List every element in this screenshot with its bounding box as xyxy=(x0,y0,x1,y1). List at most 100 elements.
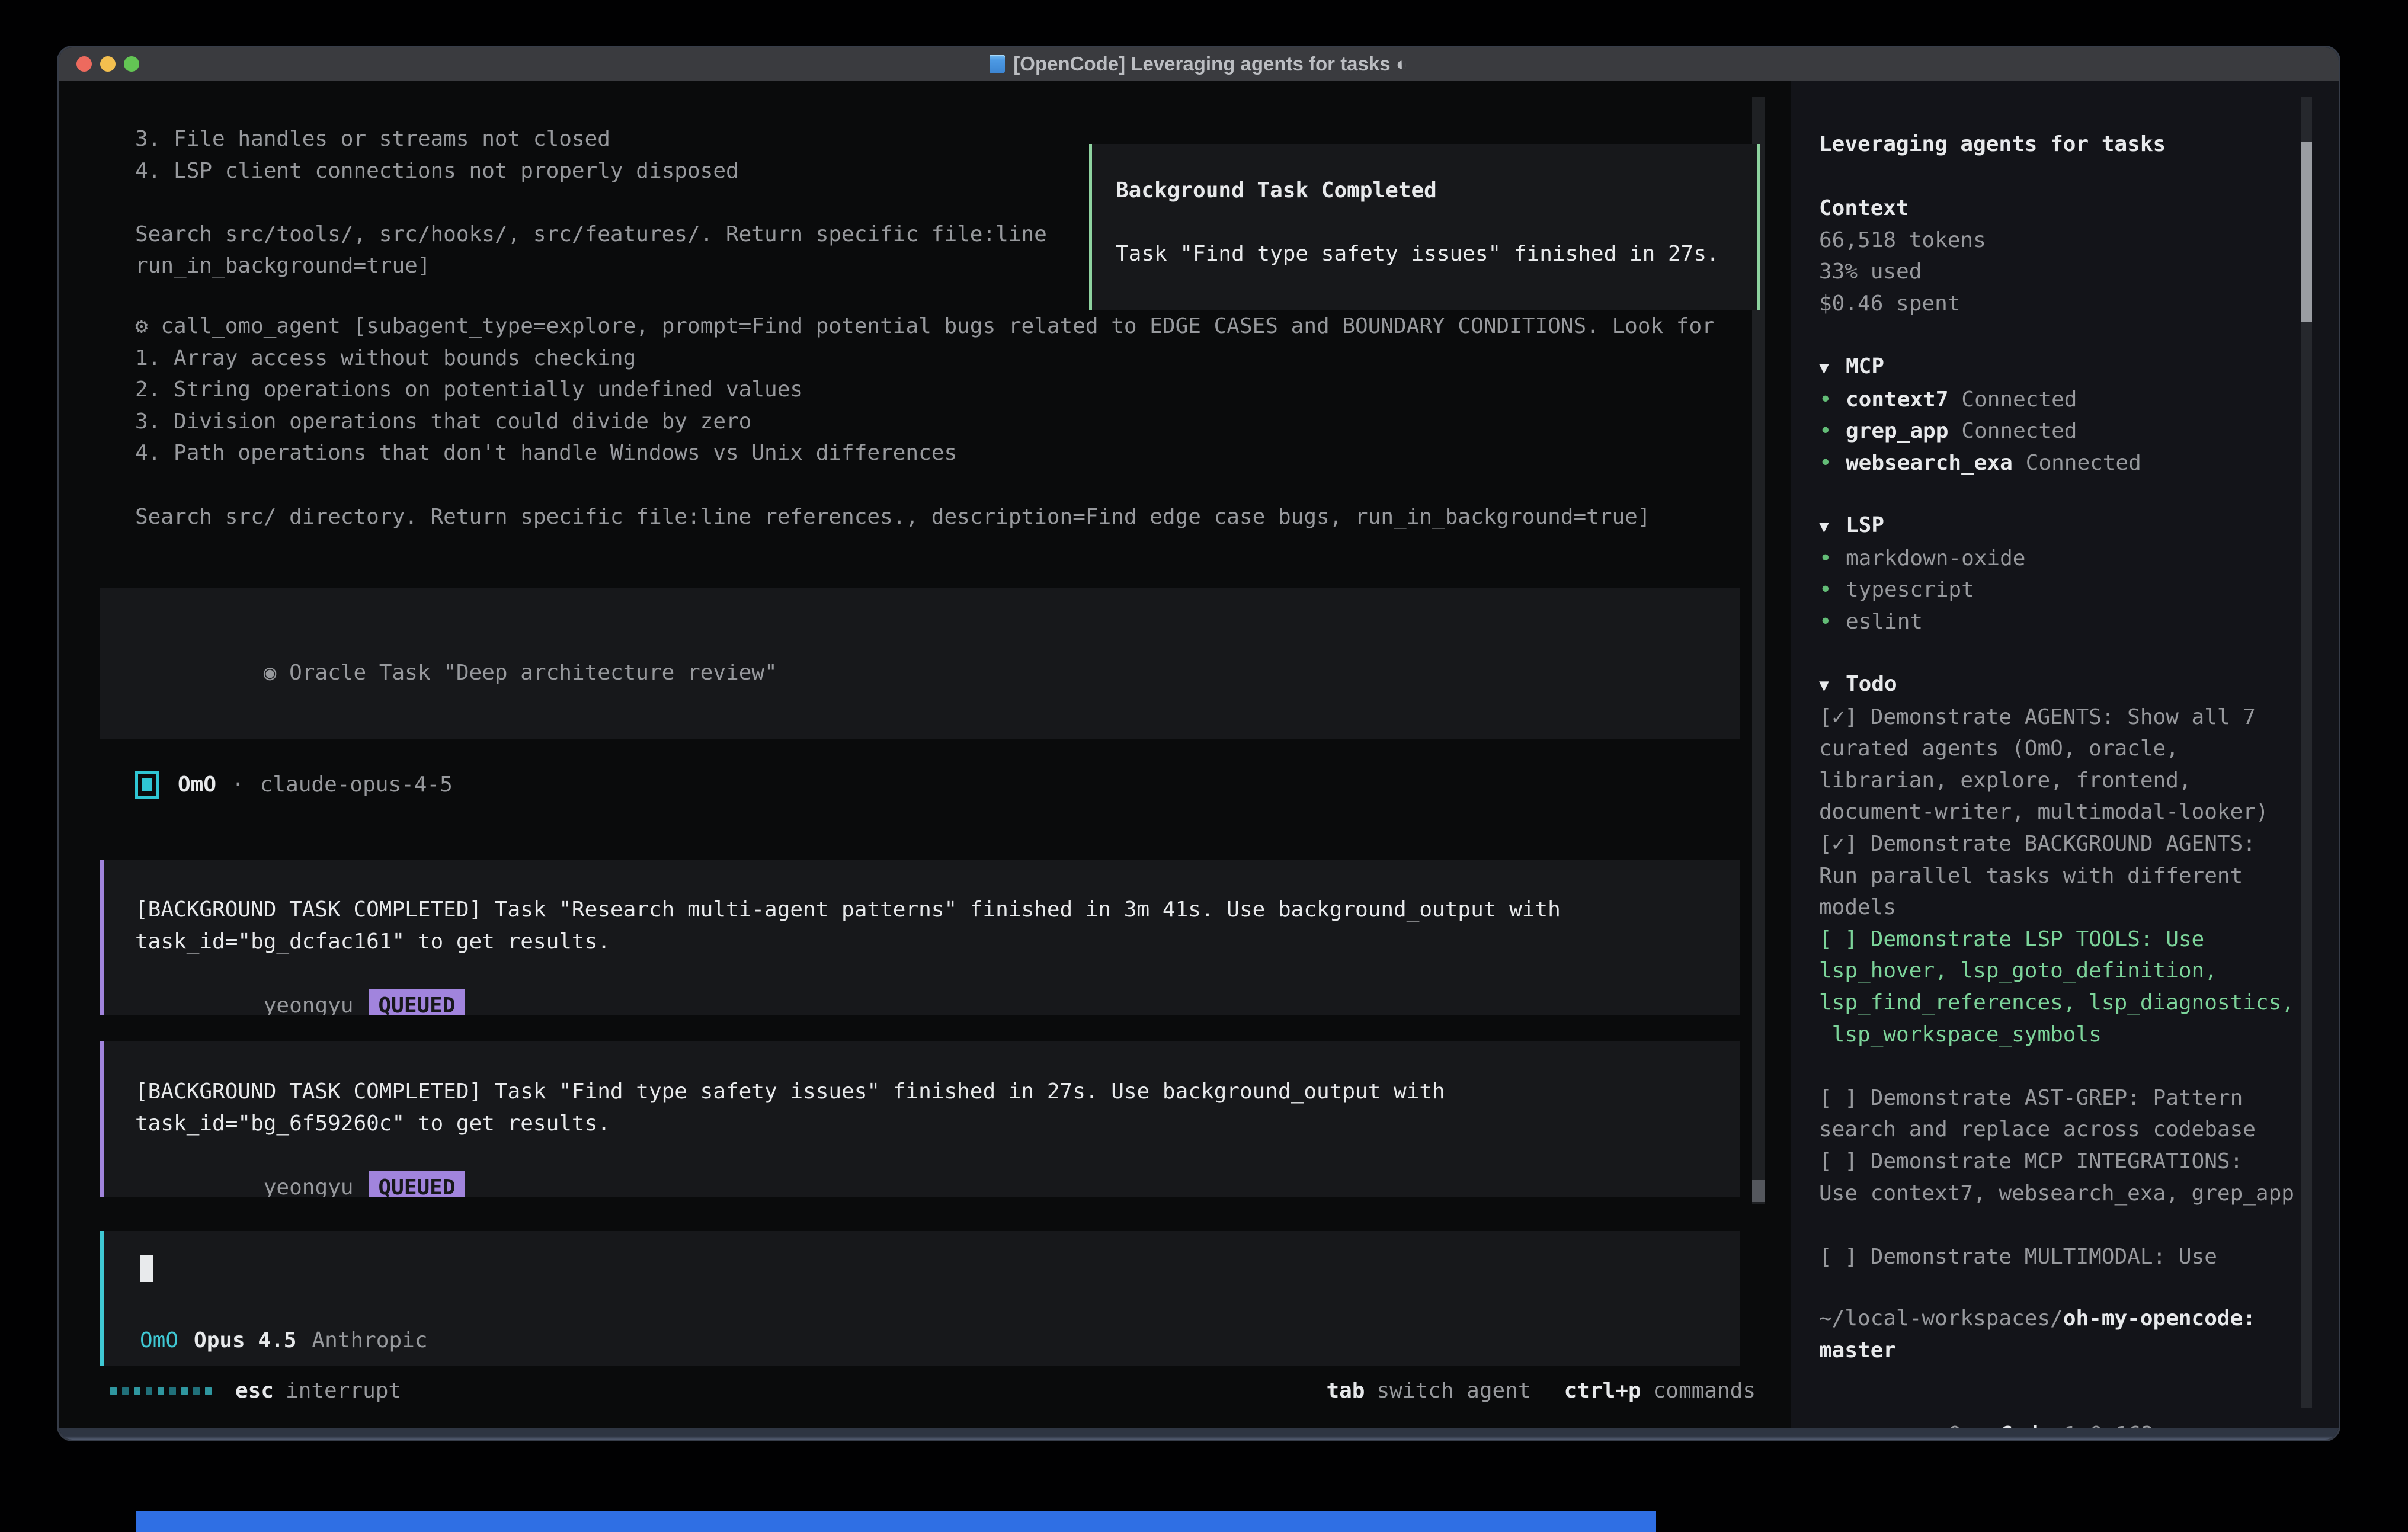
tool-call-line: 2. String operations on potentially unde… xyxy=(135,374,1715,406)
status-dot-icon: • xyxy=(1819,543,1846,575)
agent-header: OmO · claude-opus-4-5 xyxy=(135,769,453,801)
oracle-task-title: Oracle Task "Deep architecture review" xyxy=(276,661,777,685)
status-dot-icon: • xyxy=(1819,606,1846,638)
context-spent: $0.46 spent xyxy=(1819,288,1986,320)
tool-call-line: 1. Array access without bounds checking xyxy=(135,342,1715,374)
prompt-input[interactable]: OmO Opus 4.5 Anthropic xyxy=(100,1231,1740,1366)
context-heading: Context xyxy=(1819,193,1986,225)
lsp-item: •typescript xyxy=(1819,574,2025,606)
todo-line-pending: Use context7, websearch_exa, grep_app xyxy=(1819,1178,2294,1210)
text-cursor xyxy=(140,1255,153,1282)
toast-body: Task "Find type safety issues" finished … xyxy=(1116,238,1757,270)
agent-name: OmO xyxy=(178,769,216,801)
chevron-down-icon: ▼ xyxy=(1819,511,1846,543)
blank-line xyxy=(1116,207,1757,239)
workspace-path-block: ~/local-workspaces/oh-my-opencode: maste… xyxy=(1819,1303,2256,1366)
window-titlebar[interactable]: [OpenCode] Leveraging agents for tasks ◐ xyxy=(59,47,2339,82)
tool-call-block: ⚙ call_omo_agent [subagent_type=explore,… xyxy=(135,310,1715,533)
agent-model: claude-opus-4-5 xyxy=(260,769,453,801)
git-branch: master xyxy=(1819,1335,2256,1367)
background-task-message: [BACKGROUND TASK COMPLETED] Task "Find t… xyxy=(100,1041,1740,1197)
blank-line xyxy=(135,187,1047,219)
esc-key-label: interrupt xyxy=(286,1375,401,1407)
status-dot-icon: • xyxy=(1819,574,1846,606)
toast-title: Background Task Completed xyxy=(1116,175,1757,207)
message-line: task_id="bg_6f59260c" to get results. xyxy=(135,1108,1740,1140)
tool-call-line: 4. Path operations that don't handle Win… xyxy=(135,437,1715,469)
input-agent-name: OmO xyxy=(140,1325,178,1357)
chat-scrollbar-thumb[interactable] xyxy=(1752,1180,1765,1202)
chevron-down-icon: ▼ xyxy=(1819,669,1846,701)
omo-agent-icon xyxy=(135,771,159,799)
tab-key-hint: tab xyxy=(1326,1375,1365,1407)
input-model-name: Opus 4.5 xyxy=(194,1325,296,1357)
window-bottom-edge xyxy=(59,1428,2339,1440)
mcp-item: •context7Connected xyxy=(1819,384,2141,416)
document-icon xyxy=(990,55,1005,73)
todo-line-active: [ ] Demonstrate LSP TOOLS: Use xyxy=(1819,924,2294,956)
working-spinner xyxy=(110,1387,212,1395)
todo-heading[interactable]: ▼Todo xyxy=(1819,668,2294,701)
session-title: Leveraging agents for tasks xyxy=(1819,129,2166,161)
window-title-text: [OpenCode] Leveraging agents for tasks ◐ xyxy=(1013,53,1407,75)
chat-pane: 3. File handles or streams not closed 4.… xyxy=(59,81,1791,1431)
oracle-session-card[interactable]: ◉ Oracle Task "Deep architecture review"… xyxy=(100,588,1740,739)
workspace-repo-name: oh-my-opencode: xyxy=(2063,1306,2256,1331)
traffic-lights xyxy=(76,47,139,81)
lsp-item: •eslint xyxy=(1819,606,2025,638)
esc-key-hint: esc xyxy=(235,1375,274,1407)
todo-line-done: [✓] Demonstrate BACKGROUND AGENTS: xyxy=(1819,828,2294,860)
separator-dot: · xyxy=(232,769,245,801)
blank-line xyxy=(135,720,1740,739)
background-task-toast[interactable]: Background Task Completed Task "Find typ… xyxy=(1089,144,1760,310)
window-title: [OpenCode] Leveraging agents for tasks ◐ xyxy=(990,53,1407,75)
tool-call-line: ⚙ call_omo_agent [subagent_type=explore,… xyxy=(135,310,1715,342)
ctrlp-key-hint: ctrl+p xyxy=(1564,1375,1641,1407)
minimize-button[interactable] xyxy=(100,56,116,72)
input-model-line: OmO Opus 4.5 Anthropic xyxy=(140,1325,428,1357)
lsp-section: ▼LSP •markdown-oxide •typescript •eslint xyxy=(1819,509,2025,637)
message-line: [BACKGROUND TASK COMPLETED] Task "Find t… xyxy=(135,1076,1740,1108)
todo-line-pending: [ ] Demonstrate AST-GREP: Pattern xyxy=(1819,1082,2294,1114)
context-section: Context 66,518 tokens 33% used $0.46 spe… xyxy=(1819,193,1986,319)
todo-line-active: lsp_workspace_symbols xyxy=(1819,1019,2294,1051)
queued-badge: QUEUED xyxy=(369,989,465,1015)
todo-line-active: lsp_find_references, lsp_diagnostics, xyxy=(1819,987,2294,1019)
ctrlp-key-label: commands xyxy=(1653,1375,1756,1407)
terminal-window: [OpenCode] Leveraging agents for tasks ◐… xyxy=(57,46,2340,1441)
tool-call-line: 3. Division operations that could divide… xyxy=(135,406,1715,438)
blank-line xyxy=(1819,1209,2294,1241)
message-author: yeongyu xyxy=(264,993,354,1015)
todo-line-done: librarian, explore, frontend, xyxy=(1819,765,2294,797)
todo-section: ▼Todo [✓] Demonstrate AGENTS: Show all 7… xyxy=(1819,668,2294,1273)
todo-line-pending: [ ] Demonstrate MULTIMODAL: Use xyxy=(1819,1241,2294,1273)
todo-line-done: Run parallel tasks with different xyxy=(1819,860,2294,892)
context-used: 33% used xyxy=(1819,256,1986,288)
close-button[interactable] xyxy=(76,56,92,72)
status-dot-icon: • xyxy=(1819,415,1846,447)
lsp-item: •markdown-oxide xyxy=(1819,543,2025,575)
status-bar: esc interrupt tab switch agent ctrl+p co… xyxy=(59,1375,1791,1407)
todo-line-done: curated agents (OmO, oracle, xyxy=(1819,733,2294,765)
sidebar-scrollbar[interactable] xyxy=(2301,97,2312,1408)
mcp-heading[interactable]: ▼MCP xyxy=(1819,351,2141,384)
mcp-item: •websearch_exaConnected xyxy=(1819,447,2141,479)
workspace-path-prefix: ~/local-workspaces/ xyxy=(1819,1306,2063,1331)
terminal-line: 4. LSP client connections not properly d… xyxy=(135,155,1047,187)
desktop: [OpenCode] Leveraging agents for tasks ◐… xyxy=(0,0,2408,1532)
message-line: task_id="bg_dcfac161" to get results. xyxy=(135,926,1740,958)
lsp-heading[interactable]: ▼LSP xyxy=(1819,509,2025,543)
todo-line-active: lsp_hover, lsp_goto_definition, xyxy=(1819,955,2294,987)
blank-line xyxy=(1819,1050,2294,1082)
background-task-message: [BACKGROUND TASK COMPLETED] Task "Resear… xyxy=(100,860,1740,1015)
zoom-button[interactable] xyxy=(124,56,139,72)
queued-badge: QUEUED xyxy=(369,1171,465,1197)
message-author: yeongyu xyxy=(264,1175,354,1197)
todo-line-pending: search and replace across codebase xyxy=(1819,1114,2294,1146)
message-line: [BACKGROUND TASK COMPLETED] Task "Resear… xyxy=(135,894,1740,926)
todo-line-done: [✓] Demonstrate AGENTS: Show all 7 xyxy=(1819,701,2294,733)
status-dot-icon: • xyxy=(1819,447,1846,479)
sidebar-scrollbar-thumb[interactable] xyxy=(2301,142,2312,322)
todo-line-done: document-writer, multimodal-looker) xyxy=(1819,796,2294,828)
terminal-line: run_in_background=true] xyxy=(135,250,1047,282)
